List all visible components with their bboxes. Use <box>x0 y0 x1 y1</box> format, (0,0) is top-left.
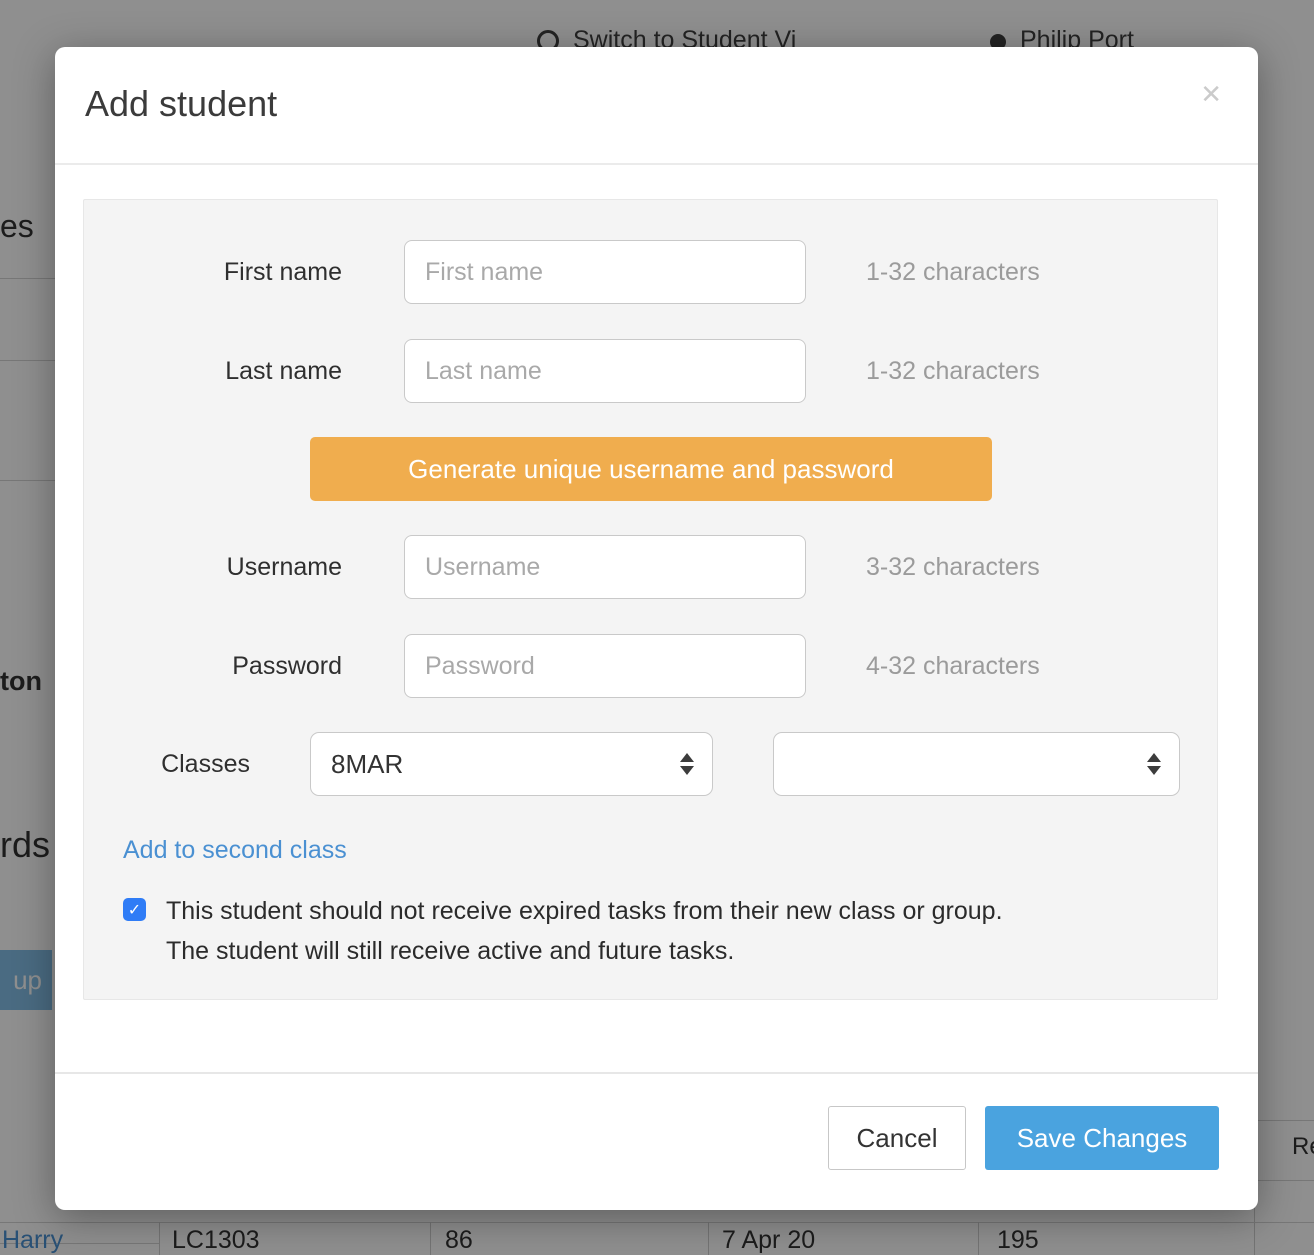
cancel-button[interactable]: Cancel <box>828 1106 966 1170</box>
primary-class-select[interactable]: 8MAR <box>310 732 713 796</box>
first-name-label: First name <box>84 258 342 287</box>
add-student-modal: Add student ✕ First name 1-32 characters… <box>55 47 1258 1210</box>
password-hint: 4-32 characters <box>866 652 1040 681</box>
last-name-input[interactable] <box>404 339 806 403</box>
last-name-label: Last name <box>84 357 342 386</box>
modal-title: Add student <box>85 83 277 125</box>
password-row: Password 4-32 characters <box>84 633 1217 699</box>
generate-username-password-button[interactable]: Generate unique username and password <box>310 437 992 501</box>
username-label: Username <box>84 553 342 582</box>
primary-class-value: 8MAR <box>331 749 403 780</box>
link-row: Add to second class <box>123 836 1217 865</box>
add-student-form-panel: First name 1-32 characters Last name 1-3… <box>83 199 1218 1000</box>
add-to-second-class-link[interactable]: Add to second class <box>123 836 347 864</box>
modal-footer: Cancel Save Changes <box>55 1072 1258 1210</box>
expired-tasks-text-line1: This student should not receive expired … <box>166 891 1003 931</box>
expired-tasks-checkbox[interactable]: ✓ <box>123 898 146 921</box>
expired-tasks-option: ✓ This student should not receive expire… <box>123 891 1217 971</box>
select-arrows-icon <box>1147 753 1161 775</box>
expired-tasks-text-line2: The student will still receive active an… <box>166 931 1003 971</box>
first-name-hint: 1-32 characters <box>866 258 1040 287</box>
username-input[interactable] <box>404 535 806 599</box>
screen: Switch to Student Vi Philip Port es ton … <box>0 0 1314 1255</box>
password-input[interactable] <box>404 634 806 698</box>
modal-header: Add student ✕ <box>55 47 1258 165</box>
username-row: Username 3-32 characters <box>84 534 1217 600</box>
select-arrows-icon <box>680 753 694 775</box>
classes-row: Classes 8MAR <box>84 732 1217 796</box>
save-changes-button[interactable]: Save Changes <box>985 1106 1219 1170</box>
username-hint: 3-32 characters <box>866 553 1040 582</box>
generate-row: Generate unique username and password <box>84 437 1217 501</box>
last-name-row: Last name 1-32 characters <box>84 338 1217 404</box>
secondary-class-select[interactable] <box>773 732 1180 796</box>
last-name-hint: 1-32 characters <box>866 357 1040 386</box>
first-name-row: First name 1-32 characters <box>84 239 1217 305</box>
password-label: Password <box>84 652 342 681</box>
close-icon[interactable]: ✕ <box>1200 79 1222 110</box>
classes-label: Classes <box>84 750 250 779</box>
first-name-input[interactable] <box>404 240 806 304</box>
expired-tasks-text: This student should not receive expired … <box>166 891 1003 971</box>
